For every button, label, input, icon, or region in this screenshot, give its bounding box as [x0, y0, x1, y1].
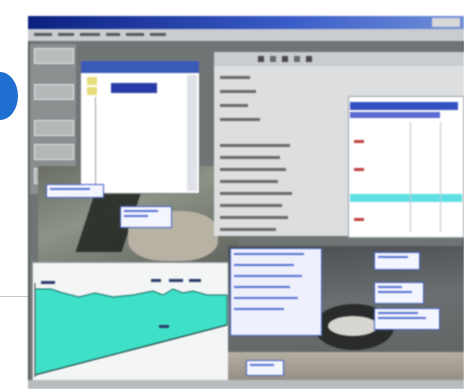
- property-label: [220, 76, 250, 79]
- tool-button[interactable]: [34, 48, 74, 64]
- accent-circle-decoration: [0, 72, 18, 120]
- menu-item[interactable]: [150, 33, 166, 36]
- tool-button[interactable]: [34, 144, 74, 160]
- value-cell-marker: [354, 140, 364, 143]
- profile-chart[interactable]: [32, 262, 230, 382]
- status-bar: [28, 380, 464, 389]
- property-label: [220, 216, 288, 219]
- property-label: [220, 90, 256, 93]
- toolbar-icon[interactable]: [282, 56, 288, 62]
- menu-item[interactable]: [34, 33, 52, 36]
- toolbar-icon[interactable]: [306, 56, 312, 62]
- menu-item[interactable]: [106, 33, 120, 36]
- toolbar-icon[interactable]: [270, 56, 276, 62]
- folder-icon: [87, 87, 97, 95]
- property-label: [220, 118, 260, 121]
- property-label: [220, 104, 248, 107]
- app-window: [28, 16, 464, 389]
- property-label: [220, 180, 278, 183]
- menu-item[interactable]: [80, 33, 100, 36]
- tool-button[interactable]: [34, 120, 74, 136]
- menu-item[interactable]: [58, 33, 74, 36]
- value-selected[interactable]: [350, 102, 458, 110]
- photo-label[interactable]: [374, 282, 424, 304]
- photo-label[interactable]: [374, 308, 440, 330]
- tree-connector: [95, 97, 96, 187]
- value-field[interactable]: [350, 112, 440, 118]
- dialog-scrollbar[interactable]: [187, 75, 197, 191]
- folder-icon: [87, 77, 97, 85]
- property-label: [220, 192, 292, 195]
- property-label: [220, 156, 280, 159]
- dialog-titlebar: [81, 61, 199, 73]
- chart-label: [151, 279, 161, 282]
- value-cell-marker: [354, 168, 364, 171]
- map-label[interactable]: [46, 184, 104, 198]
- grid-line: [440, 122, 441, 232]
- chart-label: [41, 281, 55, 284]
- photo-object: [328, 316, 378, 336]
- toolbar-icon[interactable]: [258, 56, 264, 62]
- property-label: [220, 204, 282, 207]
- window-controls[interactable]: [432, 18, 460, 27]
- grid-line: [410, 122, 411, 232]
- chart-label: [189, 279, 201, 282]
- property-label: [220, 144, 290, 147]
- photo-label[interactable]: [374, 252, 420, 270]
- chart-label: [159, 325, 169, 328]
- photo-label[interactable]: [230, 248, 322, 336]
- list-item-selected[interactable]: [111, 83, 157, 93]
- tool-button[interactable]: [34, 84, 74, 100]
- value-cell-marker: [354, 218, 364, 221]
- value-highlight-row[interactable]: [350, 194, 462, 202]
- property-label: [220, 228, 276, 231]
- panel-toolbar: [214, 52, 464, 66]
- separator-line: [0, 296, 30, 297]
- photo-label[interactable]: [246, 360, 284, 376]
- menu-bar: [28, 29, 464, 41]
- window-titlebar: [28, 16, 464, 29]
- property-label: [220, 168, 286, 171]
- menu-item[interactable]: [126, 33, 144, 36]
- dialog-window: [80, 60, 200, 194]
- toolbar-icon[interactable]: [294, 56, 300, 62]
- property-panel: [214, 52, 464, 238]
- chart-label: [169, 279, 183, 282]
- map-label[interactable]: [120, 206, 172, 228]
